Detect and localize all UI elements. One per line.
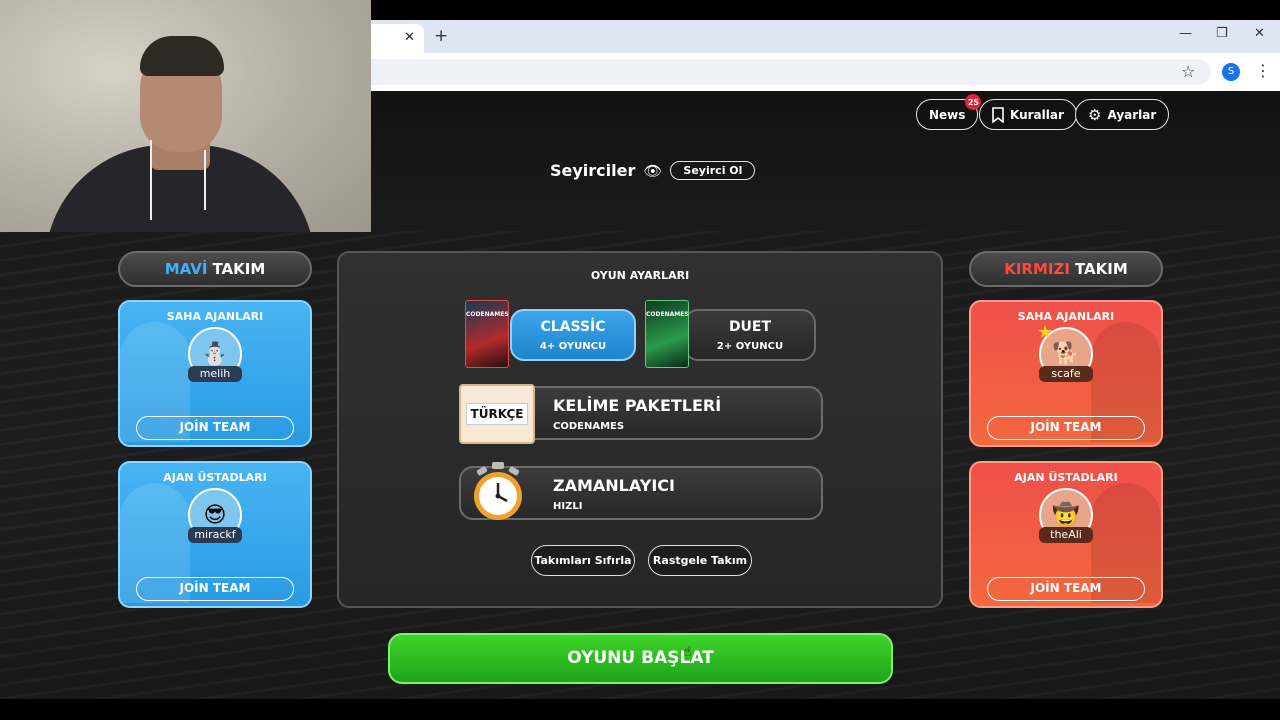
new-tab-icon[interactable]: +	[434, 26, 448, 46]
hand-cursor-icon: ☝	[683, 644, 692, 660]
blue-team-header: MAVİ TAKIM	[118, 251, 312, 287]
classic-mode-players: 4+ OYUNCU	[539, 341, 607, 352]
blue-operatives-card: SAHA AJANLARI ⛄ melih JOİN TEAM	[118, 300, 312, 447]
restore-icon[interactable]: ❐	[1216, 26, 1228, 41]
timer-value: HIZLI	[553, 501, 583, 512]
timer-label: ZAMANLAYICI	[553, 476, 675, 495]
become-spectator-button[interactable]: Seyirci Ol	[670, 161, 756, 180]
classic-box-art: CODENAMES	[465, 300, 509, 368]
blue-team-word: MAVİ	[164, 260, 208, 278]
webcam-overlay	[0, 0, 371, 232]
red-team-header: KIRMIZI TAKIM	[969, 251, 1163, 287]
settings-button[interactable]: ⚙ Ayarlar	[1075, 99, 1170, 130]
duet-mode-label: DUET	[728, 319, 772, 335]
window-close-icon[interactable]: ✕	[1254, 26, 1265, 41]
red-operatives-title: SAHA AJANLARI	[1017, 310, 1115, 323]
blue-spymaster-name: mirackf	[188, 527, 242, 543]
news-count-badge: 25	[965, 94, 982, 110]
settings-label: Ayarlar	[1107, 107, 1157, 122]
classic-mode-button[interactable]: CLASSİC 4+ OYUNCU	[510, 309, 636, 361]
browser-tab[interactable]: ✕	[371, 24, 424, 53]
spectators-row: Seyirciler 👁 Seyirci Ol	[550, 161, 756, 180]
blue-team-takim: TAKIM	[212, 260, 266, 278]
random-teams-button[interactable]: Rastgele Takım	[648, 545, 752, 576]
bookmark-star-icon[interactable]: ☆	[1181, 62, 1195, 81]
word-packs-label: KELİME PAKETLERİ	[553, 396, 722, 415]
red-spymasters-title: AJAN ÜSTADLARI	[1014, 471, 1118, 484]
blue-spymasters-join-button[interactable]: JOİN TEAM	[136, 577, 294, 601]
tab-close-icon[interactable]: ✕	[404, 30, 415, 45]
classic-mode-label: CLASSİC	[540, 319, 606, 335]
start-game-button[interactable]: OYUNU BAŞLAT	[388, 633, 893, 684]
word-pack-language: TÜRKÇE	[465, 403, 529, 425]
rules-button[interactable]: Kurallar	[979, 99, 1077, 130]
eye-icon: 👁	[643, 161, 663, 180]
gear-icon: ⚙	[1088, 105, 1102, 124]
bookmark-icon	[992, 106, 1004, 123]
timer-setting[interactable]: ZAMANLAYICI HIZLI	[459, 462, 823, 520]
url-field[interactable]	[371, 59, 1211, 85]
duet-mode-players: 2+ OYUNCU	[716, 341, 784, 352]
news-button[interactable]: News 25	[916, 94, 982, 130]
blue-operatives-title: SAHA AJANLARI	[166, 310, 264, 323]
word-packs-setting[interactable]: TÜRKÇE KELİME PAKETLERİ CODENAMES	[459, 384, 823, 444]
game-settings-title: OYUN AYARLARI	[590, 269, 690, 282]
duet-box-label: CODENAMES	[646, 311, 689, 318]
red-operative-name: scafe	[1039, 366, 1093, 382]
red-team-word: KIRMIZI	[1004, 260, 1070, 278]
word-pack-card: TÜRKÇE	[459, 384, 535, 444]
duet-box-art: CODENAMES	[645, 300, 689, 368]
red-spymasters-join-button[interactable]: JOİN TEAM	[987, 577, 1145, 601]
red-operatives-card: SAHA AJANLARI 🐕 ★ scafe JOİN TEAM	[969, 300, 1163, 447]
rules-label: Kurallar	[1010, 107, 1064, 122]
news-label: News	[929, 107, 966, 122]
blue-spymasters-title: AJAN ÜSTADLARI	[163, 471, 267, 484]
browser-tab-bar: ✕ + — ❐ ✕	[371, 20, 1280, 53]
screen-bottom-bar	[0, 699, 1280, 720]
blue-operatives-join-button[interactable]: JOİN TEAM	[136, 416, 294, 440]
profile-avatar[interactable]: S	[1222, 63, 1240, 81]
red-operatives-join-button[interactable]: JOİN TEAM	[987, 416, 1145, 440]
star-icon: ★	[1037, 322, 1054, 343]
classic-box-label: CODENAMES	[466, 311, 509, 318]
screen-top-bar	[371, 0, 1280, 20]
red-spymaster-name: theAli	[1039, 527, 1093, 543]
word-packs-value: CODENAMES	[553, 421, 625, 432]
spectators-title: Seyirciler	[550, 161, 636, 180]
red-spymasters-card: AJAN ÜSTADLARI 🤠 theAli JOİN TEAM	[969, 461, 1163, 608]
game-settings-panel: OYUN AYARLARI CLASSİC 4+ OYUNCU CODENAME…	[337, 251, 943, 608]
duet-mode-button[interactable]: DUET 2+ OYUNCU	[684, 309, 816, 361]
browser-menu-icon[interactable]: ⋮	[1255, 61, 1271, 80]
blue-spymasters-card: AJAN ÜSTADLARI 😎 mirackf JOİN TEAM	[118, 461, 312, 608]
blue-operative-name: melih	[188, 366, 242, 382]
stopwatch-icon	[474, 462, 522, 520]
red-team-takim: TAKIM	[1074, 260, 1128, 278]
reset-teams-button[interactable]: Takımları Sıfırla	[531, 545, 635, 576]
minimize-icon[interactable]: —	[1179, 26, 1192, 41]
browser-address-bar: ☆ S ⋮	[371, 53, 1280, 91]
